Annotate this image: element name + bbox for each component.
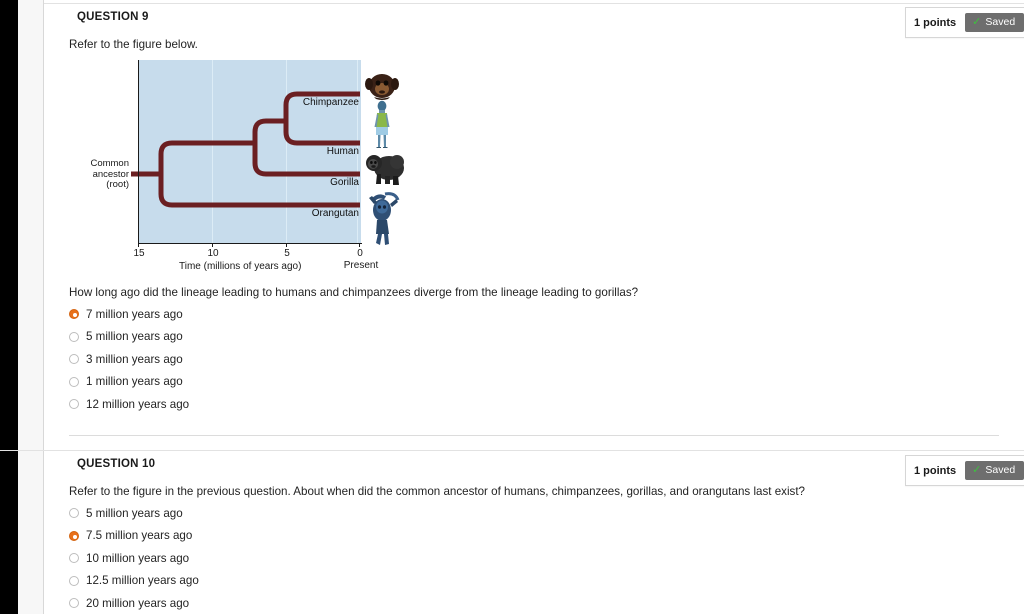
radio-button[interactable]	[69, 309, 79, 319]
x-axis-title: Time (millions of years ago)	[179, 261, 302, 272]
x-tick-5	[286, 243, 288, 247]
option-label: 5 million years ago	[86, 330, 183, 343]
question-9-points-box: 1 points ✓ Saved	[905, 7, 1024, 38]
question-9-bottom-divider	[69, 435, 999, 436]
radio-button[interactable]	[69, 376, 79, 387]
question-10-points-label: 1 points	[914, 464, 957, 477]
option-label: 7.5 million years ago	[86, 529, 193, 542]
question-9-option-3[interactable]: 3 million years ago	[69, 348, 189, 370]
radio-button[interactable]	[69, 598, 79, 608]
x-tick-0	[359, 243, 361, 247]
radio-button[interactable]	[69, 530, 79, 541]
phylogenetic-tree-figure: 15 10 5 0 Time (millions of years ago) P…	[69, 55, 429, 275]
option-label: 10 million years ago	[86, 551, 190, 565]
question-9-option-2[interactable]: 5 million years ago	[69, 326, 189, 348]
root-label-line-1: Common	[90, 158, 129, 169]
question-10-option-3[interactable]: 10 million years ago	[69, 547, 199, 569]
radio-button[interactable]	[69, 354, 79, 364]
check-icon: ✓	[972, 463, 982, 476]
question-10-prompt: Refer to the figure in the previous ques…	[69, 485, 805, 498]
option-label: 1 million years ago	[86, 375, 183, 388]
human-image	[374, 100, 390, 148]
tip-label-gorilla: Gorilla	[330, 177, 359, 188]
option-label: 7 million years ago	[86, 307, 183, 321]
x-tick-10	[212, 243, 214, 247]
orangutan-image	[369, 192, 400, 245]
question-10-saved-label: Saved	[985, 464, 1016, 476]
question-10-saved-button[interactable]: ✓ Saved	[965, 461, 1024, 480]
question-9-prompt: How long ago did the lineage leading to …	[69, 286, 639, 299]
question-10-options-list: 5 million years ago 7.5 million years ag…	[69, 502, 199, 614]
tip-label-orangutan: Orangutan	[311, 208, 359, 219]
quiz-content: QUESTION 9 1 points ✓ Saved Refer to the…	[0, 0, 1024, 614]
question-10-option-4[interactable]: 12.5 million years ago	[69, 570, 199, 592]
radio-button[interactable]	[69, 553, 79, 563]
option-label: 5 million years ago	[86, 506, 183, 520]
radio-button[interactable]	[69, 508, 79, 518]
question-9-option-4[interactable]: 1 million years ago	[69, 371, 189, 393]
x-ticklabel-15: 15	[133, 248, 145, 259]
option-label: 12.5 million years ago	[86, 574, 199, 587]
chimpanzee-image	[365, 74, 399, 100]
question-9-heading: QUESTION 9	[77, 11, 149, 23]
root-label: Common ancestor (root)	[69, 158, 129, 191]
question-10-option-2[interactable]: 7.5 million years ago	[69, 525, 199, 547]
question-9-saved-button[interactable]: ✓ Saved	[965, 13, 1024, 32]
question-9-saved-label: Saved	[985, 16, 1016, 28]
page-gutter	[18, 0, 43, 614]
present-label: Present	[343, 260, 379, 271]
question-9-options: 7 million years ago 5 million years ago …	[69, 303, 189, 415]
tip-label-human: Human	[326, 146, 359, 157]
question-10-points-box: 1 points ✓ Saved	[905, 455, 1024, 486]
question-9-block: QUESTION 9 1 points ✓ Saved Refer to the…	[44, 0, 1024, 440]
option-label: 20 million years ago	[86, 596, 190, 610]
tip-label-chimpanzee: Chimpanzee	[302, 97, 359, 108]
question-9-option-1[interactable]: 7 million years ago	[69, 303, 189, 325]
page-left-margin	[0, 0, 18, 614]
question-9-option-5[interactable]: 12 million years ago	[69, 393, 189, 415]
question-9-points-label: 1 points	[914, 16, 957, 29]
quiz-page: QUESTION 9 1 points ✓ Saved Refer to the…	[0, 0, 1024, 614]
gorilla-image	[366, 155, 404, 185]
x-ticklabel-10: 10	[207, 248, 219, 259]
check-icon: ✓	[972, 15, 982, 28]
radio-button[interactable]	[69, 331, 79, 342]
radio-button[interactable]	[69, 399, 79, 409]
question-10-option-1[interactable]: 5 million years ago	[69, 502, 199, 524]
radio-button[interactable]	[69, 575, 79, 586]
option-label: 3 million years ago	[86, 352, 183, 366]
y-axis	[138, 60, 140, 243]
question-10-block: QUESTION 10 1 points ✓ Saved Refer to th…	[44, 451, 1024, 614]
question-9-intro: Refer to the figure below.	[69, 38, 198, 51]
option-label: 12 million years ago	[86, 397, 190, 411]
root-label-line-3: (root)	[106, 179, 129, 190]
question-10-heading: QUESTION 10	[77, 458, 156, 470]
x-ticklabel-0: 0	[357, 248, 363, 259]
question-10-option-5[interactable]: 20 million years ago	[69, 592, 199, 614]
x-axis	[138, 243, 362, 245]
x-ticklabel-5: 5	[284, 248, 290, 259]
x-tick-15	[138, 243, 140, 247]
